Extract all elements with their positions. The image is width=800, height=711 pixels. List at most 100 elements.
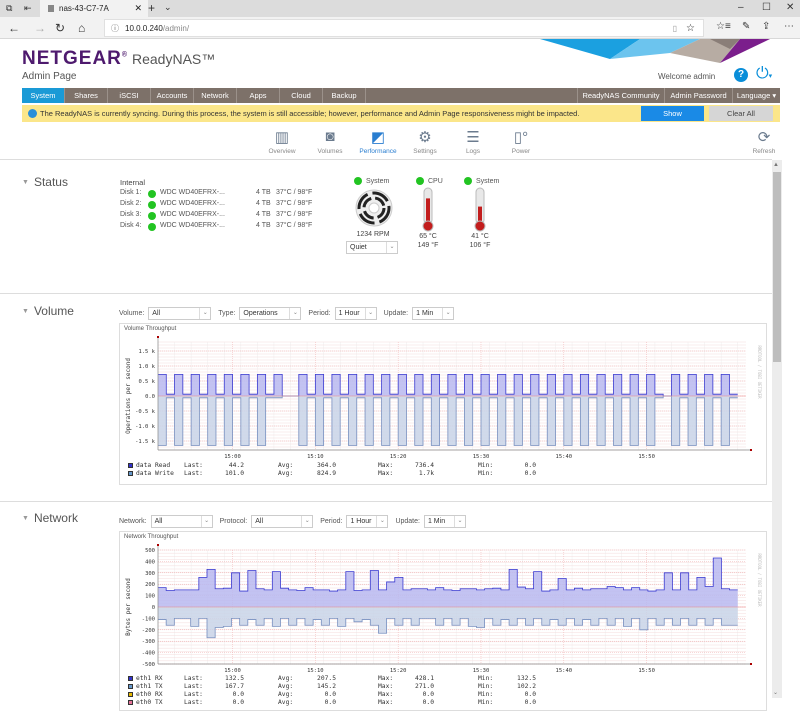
y-tick-label: -200 [142, 628, 155, 634]
tab-preview-icon[interactable]: ⧉ [6, 3, 12, 14]
status-section-toggle[interactable]: ▼ Status [22, 175, 68, 189]
refresh-button[interactable]: ⟳ Refresh [744, 128, 784, 155]
close-window-icon[interactable]: ✕ [786, 2, 794, 13]
y-tick-label: -500 [142, 662, 155, 668]
forward-icon[interactable]: → [34, 21, 46, 35]
legend-row: eth1 RX Last: 132.5 Avg: 207.5 Max: 428.1 Min: 1… [128, 675, 758, 683]
tab-system[interactable]: System [22, 88, 65, 103]
disk-label: Disk 3: [120, 211, 142, 218]
subnav-settings[interactable]: ⚙ Settings [405, 128, 445, 155]
power-icon: ▯° [513, 129, 529, 146]
fan-mode-select[interactable]: Quiet ⌄ [346, 241, 398, 254]
readynas-community-link[interactable]: ReadyNAS Community [577, 88, 665, 103]
legend-series-name: eth1 TX [136, 683, 163, 690]
favorite-star-icon[interactable]: ☆ [686, 23, 695, 34]
system-thermometer-icon [474, 187, 486, 232]
axis-arrow-marker [157, 544, 159, 546]
x-tick-label: 15:30 [473, 454, 490, 460]
subnav-logs[interactable]: ☰ Logs [453, 128, 493, 155]
close-tab-icon[interactable]: ✕ [134, 3, 142, 14]
url-path: /admin/ [162, 23, 190, 33]
back-icon[interactable]: ← [8, 21, 20, 35]
legend-last-label: Last: [184, 462, 203, 469]
legend-max-value: 736.4 [415, 462, 434, 469]
fan-icon [355, 189, 393, 227]
tab-apps[interactable]: Apps [237, 88, 280, 103]
minimize-icon[interactable]: – [738, 2, 744, 13]
tab-accounts[interactable]: Accounts [151, 88, 194, 103]
legend-avg-label: Avg: [278, 462, 294, 469]
more-icon[interactable]: ⋯ [784, 21, 794, 32]
admin-password-link[interactable]: Admin Password [665, 88, 733, 103]
page-icon [48, 5, 54, 12]
tab-shares[interactable]: Shares [65, 88, 108, 103]
url-field[interactable]: ⓘ 10.0.0.240/admin/ ▯ ☆ [104, 19, 704, 37]
legend-max-value: 428.1 [415, 675, 434, 682]
update-select[interactable]: 1 Min ⌄ [423, 515, 466, 528]
help-icon[interactable]: ? [734, 68, 748, 82]
volume-select[interactable]: All ⌄ [148, 307, 212, 320]
maximize-icon[interactable]: ☐ [762, 2, 771, 13]
scroll-up-icon[interactable]: ▲ [773, 162, 779, 168]
internal-label: Internal [120, 178, 146, 187]
legend-last-label: Last: [184, 699, 203, 706]
y-axis-label: Bytes per second [125, 578, 132, 636]
protocol-select[interactable]: All ⌄ [251, 515, 314, 528]
legend-min-label: Min: [478, 470, 494, 477]
update-select[interactable]: 1 Min ⌄ [412, 307, 455, 320]
home-icon[interactable]: ⌂ [78, 21, 85, 35]
refresh-page-icon[interactable]: ↻ [55, 21, 65, 35]
tab-iscsi[interactable]: iSCSI [108, 88, 151, 103]
status-dot [354, 177, 362, 185]
tab-cloud[interactable]: Cloud [280, 88, 323, 103]
network-select[interactable]: All ⌄ [150, 515, 213, 528]
subnav-power[interactable]: ▯° Power [501, 128, 541, 155]
disk-temperature: 37°C / 98°F [276, 189, 313, 196]
disk-model: WDC WD40EFRX-... [160, 189, 225, 196]
refresh-icon: ⟳ [757, 129, 771, 146]
netgear-logo: NETGEAR® [22, 48, 129, 69]
tab-network[interactable]: Network [194, 88, 237, 103]
subnav-performance[interactable]: ◩ Performance [358, 128, 398, 155]
tab-backup[interactable]: Backup [323, 88, 366, 103]
x-tick-label: 15:10 [307, 454, 324, 460]
legend-avg-label: Avg: [278, 691, 294, 698]
volume-chart-box: Volume Throughput 15:00 15:10 15:20 15:30 15… [119, 323, 767, 485]
reading-view-icon[interactable]: ▯ [673, 24, 677, 33]
collapse-triangle-icon: ▼ [22, 515, 29, 523]
tab-list-chevron-icon[interactable]: ⌄ [164, 2, 172, 13]
legend-min-value: 0.0 [524, 699, 536, 706]
period-select[interactable]: 1 Hour ⌄ [346, 515, 389, 528]
disk-temperature: 37°C / 98°F [276, 200, 313, 207]
site-info-icon[interactable]: ⓘ [111, 23, 119, 34]
new-tab-icon[interactable]: + [148, 1, 155, 15]
legend-series-name: data Read [136, 462, 171, 469]
set-aside-tabs-icon[interactable]: ⇤ [24, 3, 32, 14]
legend-min-label: Min: [478, 675, 494, 682]
network-title: Network [33, 511, 78, 525]
power-menu-icon[interactable]: ⏻▾ [756, 65, 772, 83]
scrollbar-thumb[interactable] [773, 172, 781, 362]
type-select[interactable]: Operations ⌄ [239, 307, 302, 320]
chevron-down-icon: ⌄ [200, 516, 212, 527]
subnav-volumes[interactable]: ◙ Volumes [310, 128, 350, 155]
y-tick-label: 200 [145, 582, 155, 588]
cpu-thermometer-icon [422, 187, 434, 232]
subnav-overview[interactable]: ▥ Overview [262, 128, 302, 155]
legend-row: data Write Last: 101.0 Avg: 824.9 Max: 1.7k Min… [128, 470, 758, 478]
legend-max-label: Max: [378, 470, 394, 477]
volume-section-toggle[interactable]: ▼ Volume [22, 304, 74, 318]
favorites-list-icon[interactable]: ☆≡ [716, 21, 731, 32]
period-select[interactable]: 1 Hour ⌄ [334, 307, 377, 320]
network-section-toggle[interactable]: ▼ Network [22, 511, 78, 525]
show-button[interactable]: Show [641, 106, 704, 121]
performance-icon: ◩ [370, 129, 386, 146]
legend-swatch [128, 684, 133, 689]
clear-all-button[interactable]: Clear All [709, 106, 773, 121]
scroll-down-icon[interactable]: ⌄ [773, 689, 778, 696]
share-icon[interactable]: ⇪ [762, 21, 770, 32]
pen-icon[interactable]: ✎ [742, 21, 750, 32]
browser-tab[interactable]: nas-43-C7-7A ✕ [40, 0, 148, 17]
disk-temperature: 37°C / 98°F [276, 211, 313, 218]
language-menu[interactable]: Language ▾ [733, 88, 780, 103]
